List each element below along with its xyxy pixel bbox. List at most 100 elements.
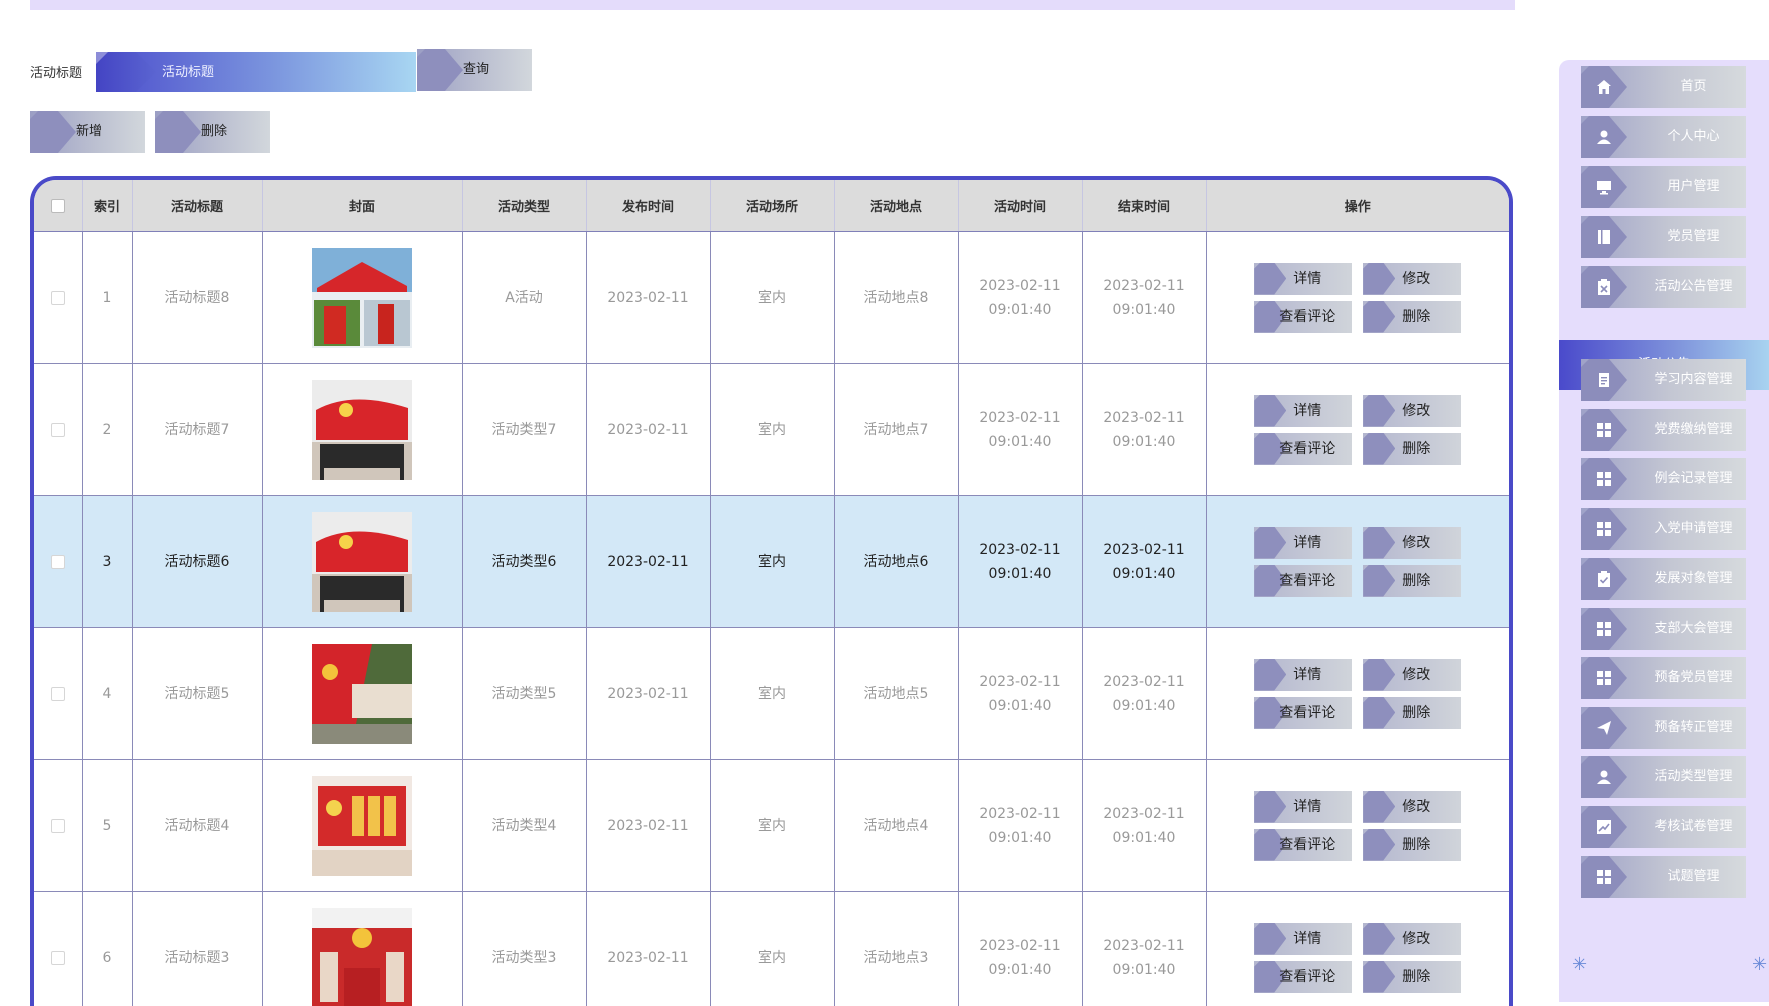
row-select-cell[interactable] [34, 496, 82, 628]
sidebar-item[interactable]: 党员管理 [1581, 216, 1746, 258]
view-comments-button[interactable]: 查看评论 [1254, 301, 1352, 333]
table-row[interactable]: 4活动标题5活动类型52023-02-11室内活动地点52023-02-11 0… [34, 628, 1509, 760]
column-header: 活动地点 [834, 180, 958, 232]
sidebar-item-label: 个人中心 [1641, 116, 1746, 158]
edit-button[interactable]: 修改 [1363, 527, 1461, 559]
cover-image [312, 380, 412, 480]
select-all-checkbox[interactable] [51, 199, 65, 213]
chevron-icon [1363, 791, 1395, 823]
view-comments-button[interactable]: 查看评论 [1254, 565, 1352, 597]
sidebar-item-label: 预备转正管理 [1641, 707, 1746, 749]
row-checkbox[interactable] [51, 555, 65, 569]
sidebar-item[interactable]: 发展对象管理 [1581, 558, 1746, 600]
row-select-cell[interactable] [34, 232, 82, 364]
table-row[interactable]: 2活动标题7活动类型72023-02-11室内活动地点72023-02-11 0… [34, 364, 1509, 496]
sidebar-item[interactable]: 入党申请管理 [1581, 508, 1746, 550]
query-button[interactable]: 查询 [417, 49, 532, 91]
select-all-header[interactable] [34, 180, 82, 232]
end-time-cell: 2023-02-11 09:01:40 [1082, 760, 1206, 892]
detail-button[interactable]: 详情 [1254, 527, 1352, 559]
row-select-cell[interactable] [34, 760, 82, 892]
cover-image [312, 776, 412, 876]
table-row[interactable]: 6活动标题3活动类型32023-02-11室内活动地点32023-02-11 0… [34, 892, 1509, 1006]
title-cell: 活动标题7 [132, 364, 262, 496]
edit-button[interactable]: 修改 [1363, 659, 1461, 691]
row-checkbox[interactable] [51, 819, 65, 833]
view-comments-button[interactable]: 查看评论 [1254, 697, 1352, 729]
detail-button[interactable]: 详情 [1254, 395, 1352, 427]
view-comments-button[interactable]: 查看评论 [1254, 961, 1352, 993]
sidebar-item[interactable]: 考核试卷管理 [1581, 806, 1746, 848]
edit-button[interactable]: 修改 [1363, 791, 1461, 823]
delete-button[interactable]: 删除 [155, 111, 270, 153]
sidebar-item[interactable]: 首页 [1581, 66, 1746, 108]
sidebar-item[interactable]: 活动公告管理 [1581, 266, 1746, 308]
search-input[interactable] [96, 52, 416, 92]
table-row[interactable]: 3活动标题6活动类型62023-02-11室内活动地点62023-02-11 0… [34, 496, 1509, 628]
view-comments-button[interactable]: 查看评论 [1254, 829, 1352, 861]
chevron-icon [1254, 395, 1286, 427]
row-checkbox[interactable] [51, 951, 65, 965]
edit-button[interactable]: 修改 [1363, 923, 1461, 955]
table-row[interactable]: 5活动标题4活动类型42023-02-11室内活动地点42023-02-11 0… [34, 760, 1509, 892]
row-select-cell[interactable] [34, 628, 82, 760]
row-checkbox[interactable] [51, 423, 65, 437]
sidebar-item[interactable]: 试题管理 [1581, 856, 1746, 898]
chevron-icon [1254, 923, 1286, 955]
row-delete-button[interactable]: 删除 [1363, 697, 1461, 729]
add-button[interactable]: 新增 [30, 111, 145, 153]
row-select-cell[interactable] [34, 892, 82, 1006]
sidebar-item-label: 活动公告管理 [1641, 266, 1746, 308]
chart-icon [1595, 818, 1613, 836]
place-cell: 活动地点7 [834, 364, 958, 496]
venue-cell: 室内 [710, 496, 834, 628]
row-checkbox[interactable] [51, 687, 65, 701]
venue-cell: 室内 [710, 364, 834, 496]
actions-cell: 详情修改查看评论删除 [1206, 760, 1509, 892]
edit-button[interactable]: 修改 [1363, 395, 1461, 427]
type-cell: 活动类型4 [462, 760, 586, 892]
table-row[interactable]: 1活动标题8A活动2023-02-11室内活动地点82023-02-11 09:… [34, 232, 1509, 364]
place-cell: 活动地点4 [834, 760, 958, 892]
row-delete-button[interactable]: 删除 [1363, 961, 1461, 993]
place-cell: 活动地点3 [834, 892, 958, 1006]
publish-time-cell: 2023-02-11 [586, 364, 710, 496]
row-select-cell[interactable] [34, 364, 82, 496]
row-delete-button[interactable]: 删除 [1363, 301, 1461, 333]
sidebar-item[interactable]: 支部大会管理 [1581, 608, 1746, 650]
column-header: 结束时间 [1082, 180, 1206, 232]
title-cell: 活动标题6 [132, 496, 262, 628]
sidebar-item-label: 试题管理 [1641, 856, 1746, 898]
publish-time-cell: 2023-02-11 [586, 496, 710, 628]
sidebar-item[interactable]: 学习内容管理 [1581, 359, 1746, 401]
cover-cell [262, 760, 462, 892]
sidebar-item[interactable]: 活动类型管理 [1581, 756, 1746, 798]
publish-time-cell: 2023-02-11 [586, 232, 710, 364]
detail-button[interactable]: 详情 [1254, 263, 1352, 295]
sidebar-item[interactable]: 用户管理 [1581, 166, 1746, 208]
chevron-icon [1363, 829, 1395, 861]
sidebar-item[interactable]: 党费缴纳管理 [1581, 409, 1746, 451]
column-header: 操作 [1206, 180, 1509, 232]
cover-cell [262, 232, 462, 364]
chevron-icon [1363, 395, 1395, 427]
sidebar-item[interactable]: 个人中心 [1581, 116, 1746, 158]
row-delete-button[interactable]: 删除 [1363, 433, 1461, 465]
column-header: 活动时间 [958, 180, 1082, 232]
clipboard-x-icon [1595, 278, 1613, 296]
edit-button[interactable]: 修改 [1363, 263, 1461, 295]
view-comments-button[interactable]: 查看评论 [1254, 433, 1352, 465]
detail-button[interactable]: 详情 [1254, 659, 1352, 691]
row-delete-button[interactable]: 删除 [1363, 565, 1461, 597]
row-delete-button[interactable]: 删除 [1363, 829, 1461, 861]
row-checkbox[interactable] [51, 291, 65, 305]
type-cell: A活动 [462, 232, 586, 364]
cover-cell [262, 496, 462, 628]
title-cell: 活动标题4 [132, 760, 262, 892]
grid-icon [1595, 669, 1613, 687]
sidebar-item[interactable]: 预备党员管理 [1581, 657, 1746, 699]
sidebar-item[interactable]: 例会记录管理 [1581, 458, 1746, 500]
detail-button[interactable]: 详情 [1254, 923, 1352, 955]
sidebar-item[interactable]: 预备转正管理 [1581, 707, 1746, 749]
detail-button[interactable]: 详情 [1254, 791, 1352, 823]
